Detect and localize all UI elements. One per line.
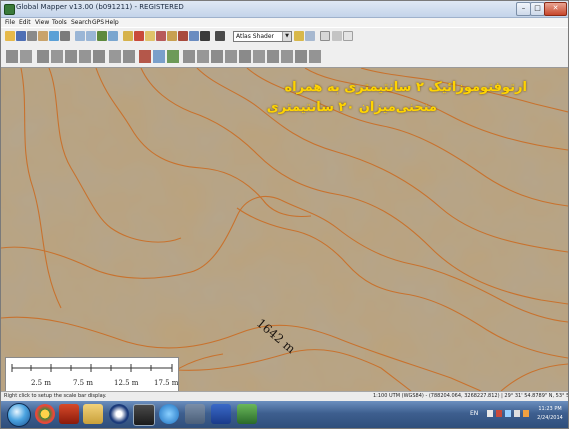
menu-bar: File Edit View Tools Search GPS Help [1, 18, 568, 27]
system-tray: EN 11:23 PM 2/24/2014 [461, 401, 568, 428]
shader-select[interactable]: Atlas Shader ▼ [233, 31, 292, 42]
create-rectangle-icon[interactable] [167, 50, 179, 63]
status-bar: Right click to setup the scale bar displ… [1, 391, 568, 401]
media-icon[interactable] [59, 404, 79, 424]
select-features-icon[interactable] [183, 50, 195, 63]
copy-feature-icon[interactable] [211, 50, 223, 63]
global-mapper-icon [4, 4, 15, 15]
menu-file[interactable]: File [5, 18, 15, 27]
create-circle-icon[interactable] [153, 50, 165, 63]
lighting-icon[interactable] [294, 31, 304, 41]
update-icon[interactable] [523, 410, 529, 417]
shader-icon[interactable] [215, 31, 225, 41]
browser-icon[interactable] [133, 404, 155, 426]
maximize-button[interactable]: □ [530, 2, 545, 16]
vertical-exaggeration-icon[interactable] [305, 31, 315, 41]
overlay-icon[interactable] [49, 31, 59, 41]
menu-search[interactable]: Search [71, 18, 92, 27]
scale-label: 2.5 m [31, 379, 51, 387]
menu-help[interactable]: Help [105, 18, 119, 27]
pan-icon[interactable] [97, 31, 107, 41]
flag-icon[interactable] [487, 410, 493, 417]
title-bar[interactable]: Global Mapper v13.00 (b091211) - REGISTE… [1, 1, 568, 18]
rotate-feature-icon[interactable] [51, 50, 63, 63]
scale-feature-icon[interactable] [65, 50, 77, 63]
scale-bar[interactable]: 2.5 m 7.5 m 12.5 m 17.5 m [5, 357, 179, 391]
ie-icon[interactable] [159, 404, 179, 424]
language-indicator[interactable]: EN [470, 410, 478, 417]
simplify-icon[interactable] [309, 50, 321, 63]
scale-label: 17.5 m [154, 379, 179, 387]
print-icon[interactable] [27, 31, 37, 41]
menu-edit[interactable]: Edit [19, 18, 31, 27]
menu-tools[interactable]: Tools [52, 18, 67, 27]
minimize-button[interactable]: – [516, 2, 531, 16]
clock-date[interactable]: 2/24/2014 [536, 415, 564, 421]
create-point-icon[interactable] [109, 50, 121, 63]
edit-vertex-icon[interactable] [20, 50, 32, 63]
digitizer-toolbar [1, 45, 568, 68]
overlay-title-line1: ارتوفتوموزائیک ۲ سانتیمتری به همراه [284, 80, 527, 95]
area-icon[interactable] [189, 31, 199, 41]
window-switcher-icon[interactable] [185, 404, 205, 424]
full-view-icon[interactable] [108, 31, 118, 41]
shader-select-value: Atlas Shader [236, 33, 274, 40]
delete-feature-icon[interactable] [197, 50, 209, 63]
intersect-icon[interactable] [267, 50, 279, 63]
clock-time[interactable]: 11:23 PM [536, 406, 564, 412]
chrome-icon[interactable] [35, 404, 55, 424]
start-button[interactable] [7, 403, 31, 427]
overlay-title-line2: منحنی‌میزان ۲۰ سانتیمتری [266, 100, 437, 115]
word-icon[interactable] [211, 404, 231, 424]
main-toolbar: Atlas Shader ▼ [1, 28, 568, 45]
smooth-icon[interactable] [295, 50, 307, 63]
digitize-tool-icon[interactable] [6, 50, 18, 63]
open-icon[interactable] [5, 31, 15, 41]
measure-icon[interactable] [134, 31, 144, 41]
save-icon[interactable] [16, 31, 26, 41]
crop-icon[interactable] [281, 50, 293, 63]
union-icon[interactable] [253, 50, 265, 63]
config-icon[interactable] [38, 31, 48, 41]
digitizer-icon[interactable] [145, 31, 155, 41]
media-player-icon[interactable] [109, 404, 129, 424]
folder-icon[interactable] [83, 404, 103, 424]
menu-gps[interactable]: GPS [92, 18, 104, 27]
taskbar: EN 11:23 PM 2/24/2014 [1, 401, 568, 428]
create-line-icon[interactable] [123, 50, 135, 63]
gis-app-icon[interactable] [237, 404, 257, 424]
zoom-in-icon[interactable] [75, 31, 85, 41]
close-button[interactable]: ✕ [544, 2, 567, 16]
grid-icon[interactable] [343, 31, 353, 41]
zoom-out-icon[interactable] [86, 31, 96, 41]
down-arrow-icon[interactable] [200, 31, 210, 41]
warning-icon[interactable] [496, 410, 502, 417]
water-level-icon[interactable] [320, 31, 330, 41]
path-profile-icon[interactable] [167, 31, 177, 41]
scale-label: 12.5 m [114, 379, 139, 387]
line-icon[interactable] [178, 31, 188, 41]
create-area-icon[interactable] [139, 50, 151, 63]
scale-label: 7.5 m [73, 379, 93, 387]
feature-info-icon[interactable] [123, 31, 133, 41]
network-icon[interactable] [505, 410, 511, 417]
join-feature-icon[interactable] [93, 50, 105, 63]
chevron-down-icon[interactable]: ▼ [282, 32, 291, 41]
menu-view[interactable]: View [35, 18, 49, 27]
layers-icon[interactable] [60, 31, 70, 41]
split-feature-icon[interactable] [79, 50, 91, 63]
sun-icon[interactable] [332, 31, 342, 41]
status-hint: Right click to setup the scale bar displ… [4, 393, 107, 399]
app-window: Global Mapper v13.00 (b091211) - REGISTE… [0, 0, 569, 429]
map-view[interactable]: ارتوفتوموزائیک ۲ سانتیمتری به همراه منحن… [1, 68, 568, 391]
buffer-icon[interactable] [239, 50, 251, 63]
window-title: Global Mapper v13.00 (b091211) - REGISTE… [16, 3, 184, 11]
paste-feature-icon[interactable] [225, 50, 237, 63]
volume-icon[interactable] [514, 410, 520, 417]
move-feature-icon[interactable] [37, 50, 49, 63]
status-coordinates: 1:100 UTM (WGS84) - (788204.064, 3268227… [373, 393, 568, 399]
3d-view-icon[interactable] [156, 31, 166, 41]
